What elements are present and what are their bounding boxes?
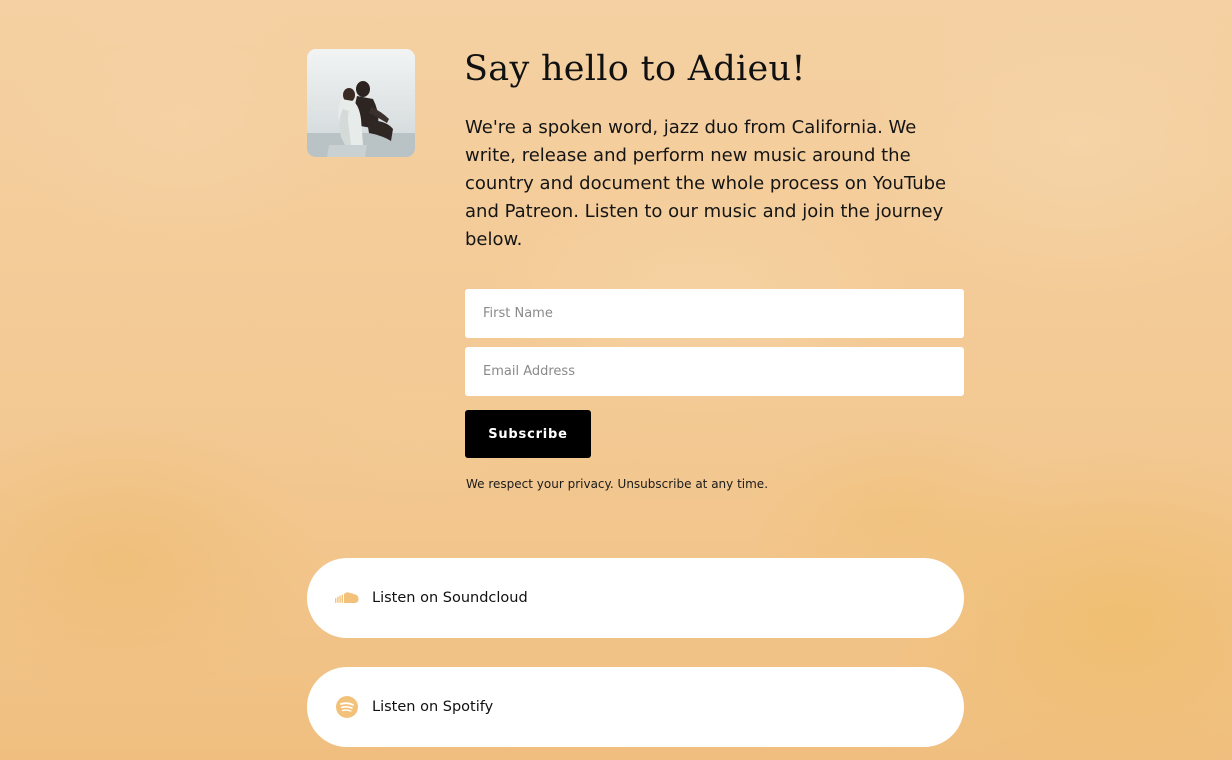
spotify-icon [335,695,359,719]
intro-paragraph: We're a spoken word, jazz duo from Calif… [465,117,947,250]
spotify-label: Listen on Spotify [372,699,494,715]
privacy-note: We respect your privacy. Unsubscribe at … [466,477,769,491]
email-address-input[interactable] [465,347,964,396]
first-name-input[interactable] [465,289,964,338]
band-photo [307,49,415,157]
listen-spotify-link[interactable]: Listen on Spotify [307,667,964,747]
soundcloud-icon [335,586,359,610]
subscribe-button[interactable]: Subscribe [465,410,591,458]
listen-soundcloud-link[interactable]: Listen on Soundcloud [307,558,964,638]
page-title: Say hello to Adieu! [464,49,806,89]
page-background: { "hero": { "title": "Say hello to Adieu… [0,0,1232,760]
soundcloud-label: Listen on Soundcloud [372,590,528,606]
